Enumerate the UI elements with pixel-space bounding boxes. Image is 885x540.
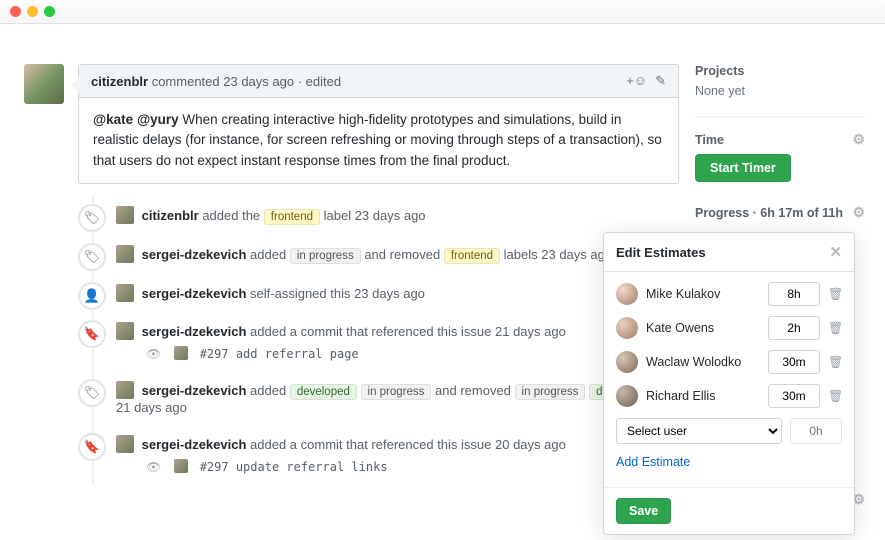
projects-empty: None yet	[695, 84, 865, 98]
comment-body: @kate @yury When creating interactive hi…	[79, 98, 678, 183]
comment-author-avatar[interactable]	[24, 64, 64, 104]
trash-icon[interactable]: 🗑	[828, 321, 842, 335]
estimate-name: Kate Owens	[646, 321, 760, 335]
time-label: Time	[695, 133, 724, 147]
timeline-user[interactable]: sergei-dzekevich	[142, 383, 247, 398]
new-estimate-input[interactable]	[790, 418, 842, 444]
tag-icon: 🏷	[78, 379, 106, 407]
person-icon: 👤	[78, 282, 106, 310]
add-estimate-link[interactable]: Add Estimate	[616, 455, 690, 469]
progress-label: Progress · 6h 17m of 11h	[695, 206, 843, 220]
timeline-user[interactable]: sergei-dzekevich	[142, 437, 247, 452]
label-pill[interactable]: in progress	[290, 248, 361, 264]
trash-icon[interactable]: 🗑	[828, 389, 842, 403]
mention[interactable]: @kate	[93, 112, 133, 127]
timeline-user[interactable]: sergei-dzekevich	[142, 247, 247, 262]
popover-title: Edit Estimates	[616, 245, 706, 260]
add-emoji-icon[interactable]: +☺	[626, 73, 647, 89]
estimate-input[interactable]	[768, 316, 820, 340]
timeline-item: 👤 sergei-dzekevich self-assigned this 23…	[78, 274, 679, 312]
trash-icon[interactable]: 🗑	[828, 355, 842, 369]
avatar[interactable]	[116, 435, 134, 453]
trash-icon[interactable]: 🗑	[828, 287, 842, 301]
avatar[interactable]	[616, 351, 638, 373]
timeline-item: 🔖 sergei-dzekevich added a commit that r…	[78, 425, 679, 484]
avatar[interactable]	[116, 284, 134, 302]
comment-box: citizenblr commented 23 days ago · edite…	[78, 64, 679, 184]
estimate-row: Mike Kulakov 🗑	[616, 282, 842, 306]
eye-icon: 👁	[146, 460, 161, 474]
estimate-row: Richard Ellis 🗑	[616, 384, 842, 408]
estimate-input[interactable]	[768, 282, 820, 306]
eye-icon: 👁	[146, 347, 161, 361]
close-window-button[interactable]	[10, 6, 21, 17]
tag-icon: 🏷	[78, 243, 106, 271]
estimate-row: Waclaw Wolodko 🗑	[616, 350, 842, 374]
timeline-item: 🏷 sergei-dzekevich added in progress and…	[78, 235, 679, 274]
estimate-input[interactable]	[768, 350, 820, 374]
commit-reference[interactable]: 👁 #297 add referral page	[116, 340, 679, 361]
avatar[interactable]	[616, 317, 638, 339]
gear-icon[interactable]: ⚙	[852, 204, 865, 221]
label-pill[interactable]: frontend	[444, 248, 500, 264]
avatar[interactable]	[616, 385, 638, 407]
minimize-window-button[interactable]	[27, 6, 38, 17]
estimate-name: Waclaw Wolodko	[646, 355, 760, 369]
close-icon[interactable]: ✕	[829, 243, 842, 261]
comment-meta: citizenblr commented 23 days ago · edite…	[91, 74, 341, 89]
window-titlebar	[0, 0, 885, 24]
label-pill[interactable]: in progress	[361, 384, 432, 400]
commit-reference[interactable]: 👁 #297 update referral links	[116, 453, 679, 474]
avatar[interactable]	[116, 206, 134, 224]
avatar[interactable]	[116, 245, 134, 263]
avatar	[174, 459, 188, 473]
label-pill[interactable]: developed	[290, 384, 357, 400]
estimate-name: Richard Ellis	[646, 389, 760, 403]
save-button[interactable]: Save	[616, 498, 671, 524]
estimate-name: Mike Kulakov	[646, 287, 760, 301]
gear-icon[interactable]: ⚙	[852, 131, 865, 148]
timeline-item: 🏷 citizenblr added the frontend label 23…	[78, 196, 679, 235]
maximize-window-button[interactable]	[44, 6, 55, 17]
select-user-dropdown[interactable]: Select user	[616, 418, 782, 444]
timeline-item: 🏷 sergei-dzekevich added developed in pr…	[78, 371, 679, 425]
estimate-input[interactable]	[768, 384, 820, 408]
bookmark-icon: 🔖	[78, 433, 106, 461]
comment-author[interactable]: citizenblr	[91, 74, 148, 89]
edit-comment-icon[interactable]: ✎	[655, 73, 666, 89]
avatar	[174, 346, 188, 360]
timeline-user[interactable]: sergei-dzekevich	[142, 324, 247, 339]
bookmark-icon: 🔖	[78, 320, 106, 348]
avatar[interactable]	[116, 322, 134, 340]
tag-icon: 🏷	[78, 204, 106, 232]
estimate-row: Kate Owens 🗑	[616, 316, 842, 340]
timeline-user[interactable]: sergei-dzekevich	[142, 286, 247, 301]
timeline-user[interactable]: citizenblr	[142, 208, 199, 223]
projects-label: Projects	[695, 64, 744, 78]
start-timer-button[interactable]: Start Timer	[695, 154, 791, 182]
mention[interactable]: @yury	[137, 112, 179, 127]
avatar[interactable]	[616, 283, 638, 305]
timeline-item: 🔖 sergei-dzekevich added a commit that r…	[78, 312, 679, 371]
label-pill[interactable]: frontend	[264, 209, 320, 225]
avatar[interactable]	[116, 381, 134, 399]
edit-estimates-popover: Edit Estimates ✕ Mike Kulakov 🗑 Kate Owe…	[603, 232, 855, 535]
label-pill[interactable]: in progress	[515, 384, 586, 400]
